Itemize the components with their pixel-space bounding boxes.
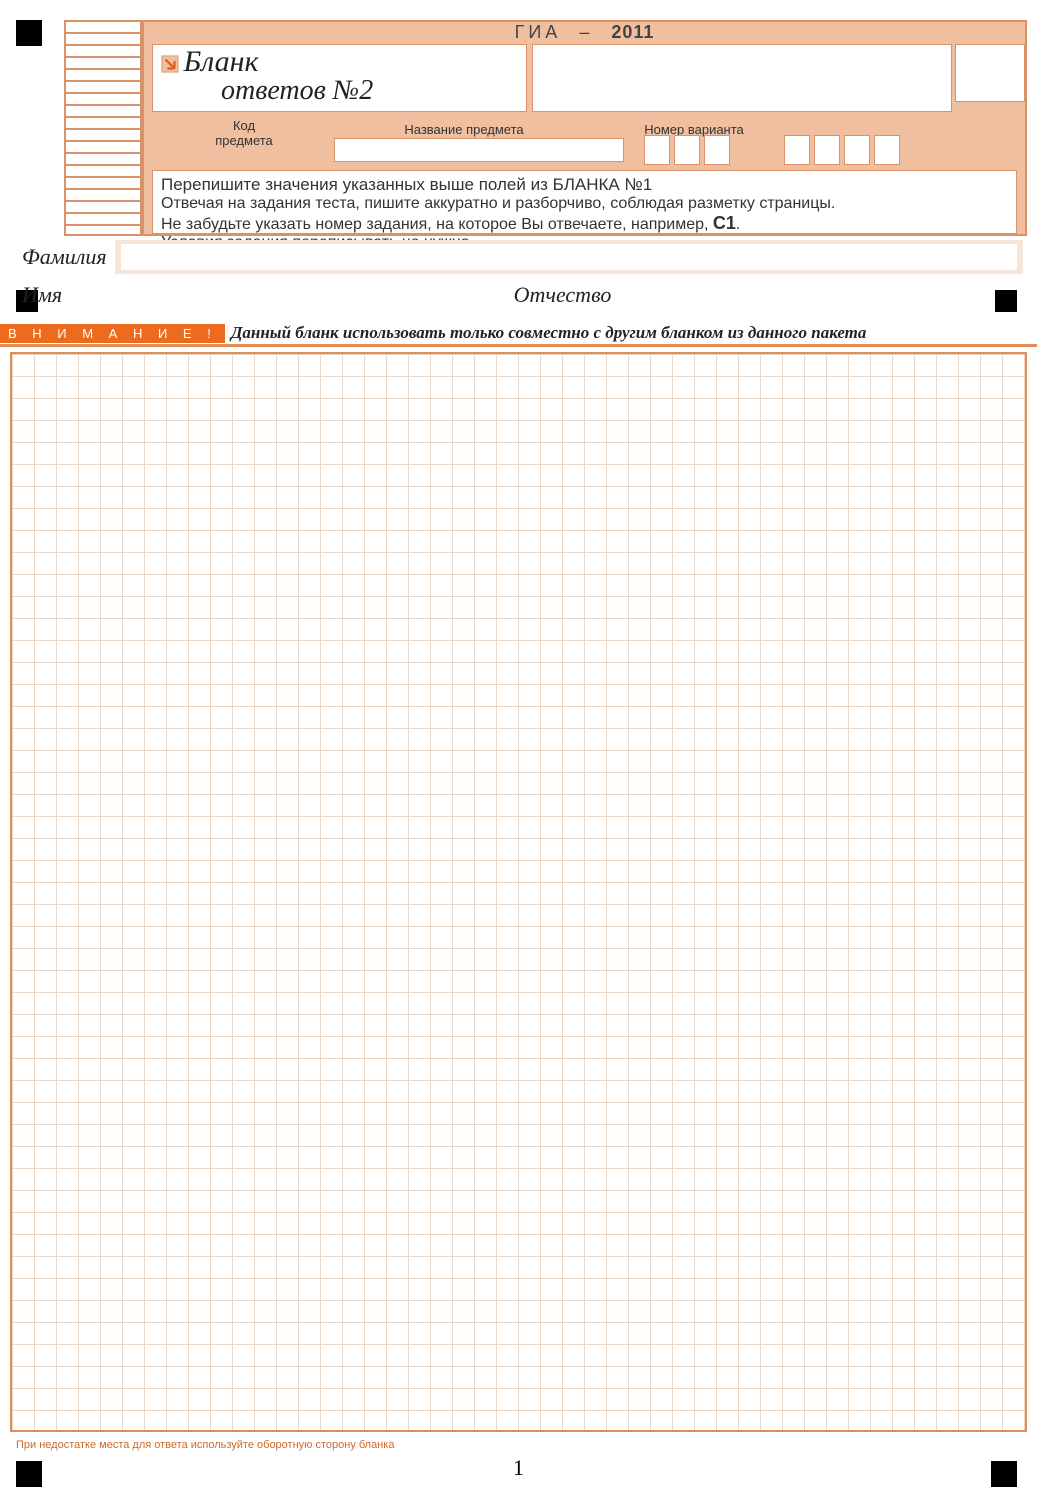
answer-grid-area[interactable] (10, 352, 1027, 1432)
variant-cell[interactable] (644, 135, 670, 165)
barcode-cell (784, 135, 810, 165)
subject-name-label: Название предмета (364, 122, 564, 137)
header-blank-box (532, 44, 952, 112)
subject-code-label: Код предмета (204, 118, 284, 148)
barcode-cells (784, 135, 900, 165)
title-line2: ответов №2 (161, 75, 373, 106)
firstname-input[interactable] (126, 282, 490, 308)
name-section: Фамилия Имя Отчество (14, 240, 1023, 312)
variant-cell[interactable] (704, 135, 730, 165)
footer-note: При недостатке места для ответа использу… (16, 1439, 394, 1451)
warning-tag: В Н И М А Н И Е ! (0, 324, 225, 343)
arrow-icon (161, 55, 179, 73)
firstname-label: Имя (14, 282, 126, 308)
page-number: 1 (0, 1455, 1037, 1481)
instr-line3: Не забудьте указать номер задания, на ко… (161, 213, 1008, 234)
patronymic-label: Отчество (490, 282, 620, 308)
dash: – (579, 22, 593, 42)
variant-cell[interactable] (674, 135, 700, 165)
barcode-cell (814, 135, 840, 165)
warning-strip: В Н И М А Н И Е ! Данный бланк использов… (0, 322, 1037, 344)
title-line1: Бланк (183, 45, 258, 78)
barcode-cell (844, 135, 870, 165)
subject-name-input[interactable] (334, 138, 624, 162)
answer-form-page: ГИА – 2011 Бланк ответов №2 Код предмета… (0, 0, 1037, 1507)
barcode-cell (874, 135, 900, 165)
form-header: ГИА – 2011 Бланк ответов №2 Код предмета… (142, 20, 1027, 236)
variant-cells[interactable] (644, 135, 730, 165)
patronymic-input[interactable] (619, 282, 983, 308)
surname-row: Фамилия (14, 240, 1023, 274)
surname-shade (115, 240, 1023, 274)
instr-line1: Перепишите значения указанных выше полей… (161, 175, 1008, 195)
exam-year-row: ГИА – 2011 (144, 22, 1025, 44)
exam-label: ГИА (515, 22, 562, 42)
surname-input[interactable] (121, 244, 1017, 270)
firstname-row: Имя Отчество (14, 278, 1023, 312)
header-corner-box (955, 44, 1025, 102)
barcode-left-strip (64, 20, 142, 236)
surname-label: Фамилия (14, 244, 115, 270)
warning-underline (0, 344, 1037, 347)
form-title-box: Бланк ответов №2 (152, 44, 527, 112)
warning-text: Данный бланк использовать только совмест… (225, 323, 867, 343)
instructions-box: Перепишите значения указанных выше полей… (152, 170, 1017, 234)
exam-year: 2011 (611, 22, 654, 42)
marker-top-left (16, 20, 42, 46)
instr-line2: Отвечая на задания теста, пишите аккурат… (161, 195, 1008, 213)
